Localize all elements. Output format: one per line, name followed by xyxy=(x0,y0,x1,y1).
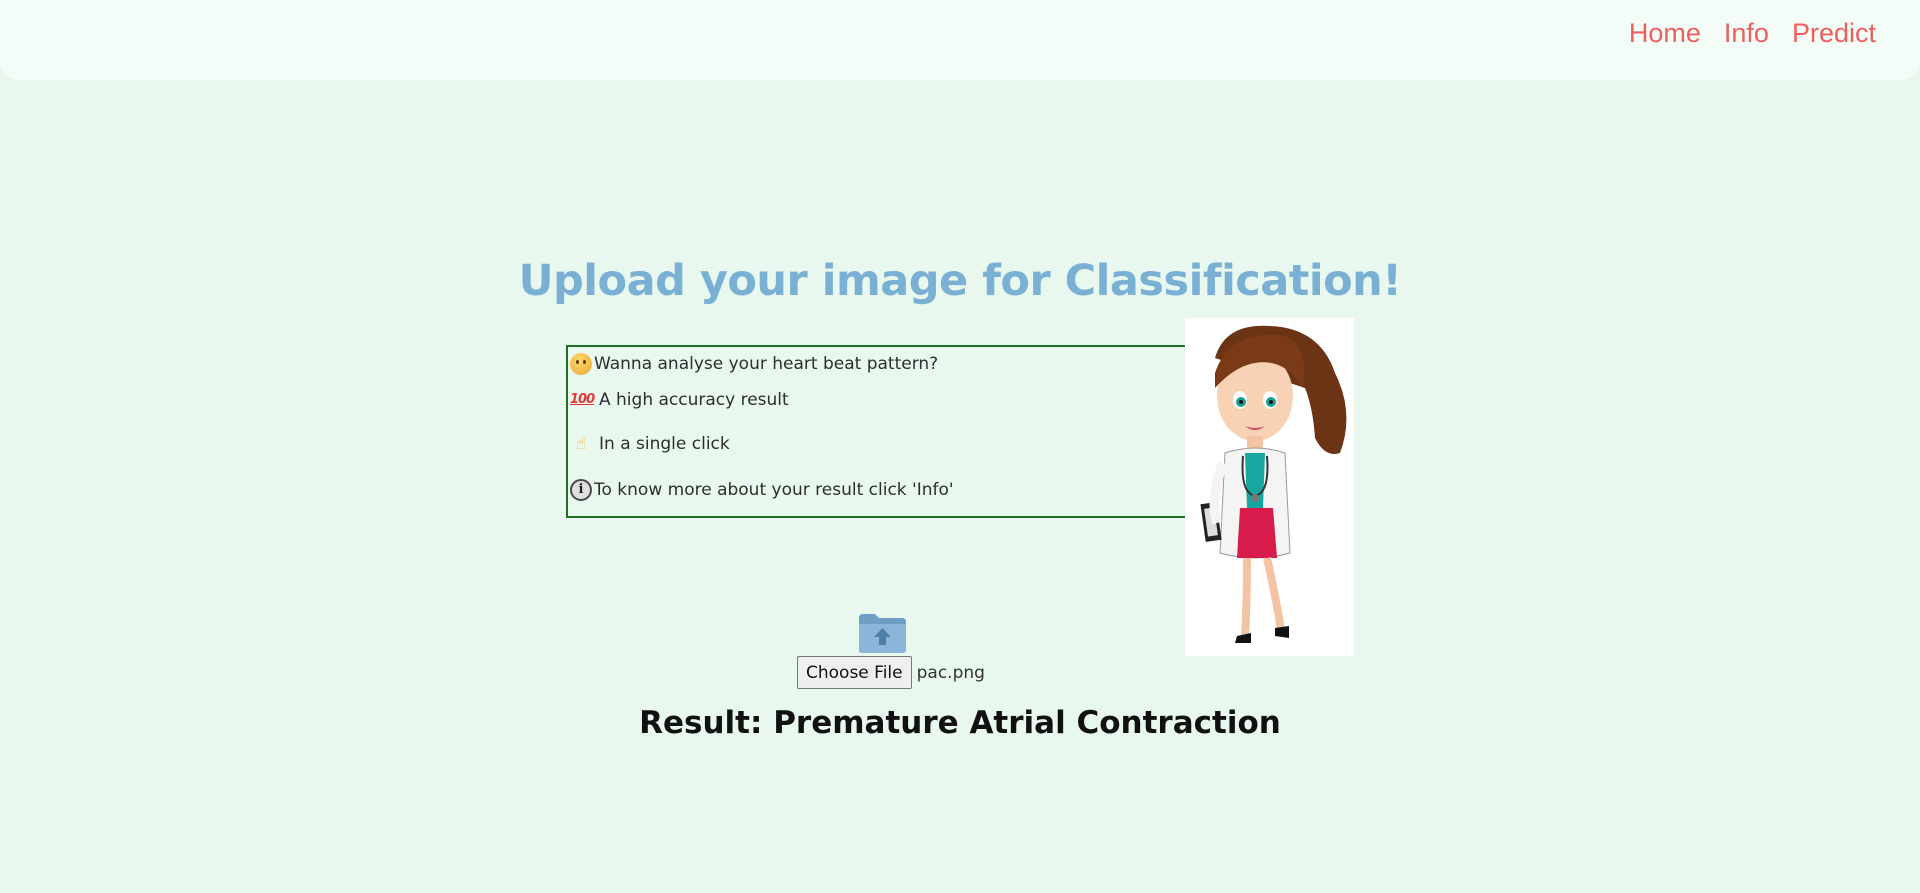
top-navbar: Home Info Predict xyxy=(0,0,1920,80)
info-icon: i xyxy=(570,479,592,501)
nav-links: Home Info Predict xyxy=(1629,18,1876,49)
page-title: Upload your image for Classification! xyxy=(518,256,1402,306)
feature-text: A high accuracy result xyxy=(599,390,789,410)
doctor-cartoon-icon xyxy=(1200,325,1347,643)
hundred-points-icon: 100 xyxy=(570,392,595,407)
feature-item: 100 A high accuracy result xyxy=(570,389,789,411)
thinking-face-icon xyxy=(570,353,592,375)
feature-text: Wanna analyse your heart beat pattern? xyxy=(594,354,939,374)
selected-file-name: pac.png xyxy=(916,662,985,683)
nav-link-predict[interactable]: Predict xyxy=(1792,18,1876,49)
upload-folder-icon xyxy=(857,612,908,654)
file-upload-row: Choose File pac.png xyxy=(797,656,985,689)
feature-item: i To know more about your result click '… xyxy=(570,479,954,501)
feature-text: In a single click xyxy=(599,434,730,454)
pointing-up-icon: ☝ xyxy=(575,434,587,454)
feature-item: ☝ In a single click xyxy=(570,433,730,455)
choose-file-button[interactable]: Choose File xyxy=(797,656,912,689)
doctor-illustration xyxy=(1185,318,1354,656)
nav-link-home[interactable]: Home xyxy=(1629,18,1701,49)
feature-item: Wanna analyse your heart beat pattern? xyxy=(570,353,938,375)
feature-box: Wanna analyse your heart beat pattern? 1… xyxy=(566,345,1186,518)
result-text: Result: Premature Atrial Contraction xyxy=(639,705,1281,741)
nav-link-info[interactable]: Info xyxy=(1724,18,1769,49)
feature-text: To know more about your result click 'In… xyxy=(594,480,954,500)
